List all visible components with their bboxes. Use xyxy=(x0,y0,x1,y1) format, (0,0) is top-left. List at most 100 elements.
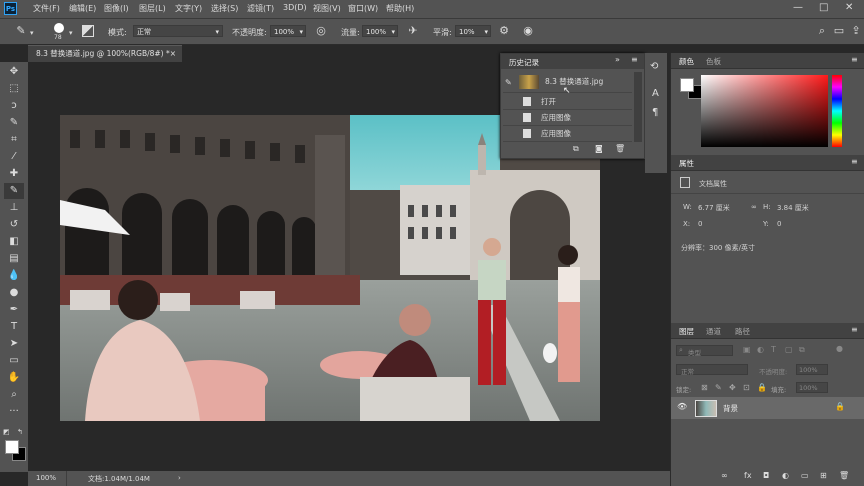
blur-tool-icon[interactable]: 💧 xyxy=(7,269,21,283)
history-step[interactable]: 应用图像 xyxy=(503,126,632,142)
eye-icon[interactable]: 👁 xyxy=(677,402,687,411)
link-layers-icon[interactable]: ∞ xyxy=(721,471,728,480)
rectangle-tool-icon[interactable]: ▭ xyxy=(7,354,21,368)
gradient-tool-icon[interactable]: ▤ xyxy=(7,252,21,266)
lock-pixels-icon[interactable]: ✎ xyxy=(715,383,722,392)
gear-icon[interactable]: ⚙ xyxy=(497,24,511,38)
maximize-button[interactable]: □ xyxy=(819,2,828,13)
history-panel-title[interactable]: 历史记录 xyxy=(509,57,539,68)
minimize-button[interactable]: — xyxy=(793,2,803,13)
swap-colors-icon[interactable]: ↰ xyxy=(17,428,23,436)
menu-view[interactable]: 视图(V) xyxy=(313,3,341,14)
hue-slider[interactable] xyxy=(832,75,842,147)
close-tab-icon[interactable]: × xyxy=(170,46,176,62)
search-icon[interactable]: ⌕ xyxy=(815,24,829,38)
healing-brush-tool-icon[interactable]: ✚ xyxy=(7,167,21,181)
width-value[interactable]: 6.77 厘米 xyxy=(698,203,730,213)
workspace-icon[interactable]: ▭ xyxy=(832,24,846,38)
history-snapshot[interactable]: ✎ 8.3 替换通道.jpg ↖ xyxy=(503,72,632,96)
new-document-from-state-icon[interactable]: ⧉ xyxy=(573,144,579,154)
dropdown-arrow-icon[interactable]: ▾ xyxy=(30,29,34,37)
hand-tool-icon[interactable]: ✋ xyxy=(7,371,21,385)
eraser-tool-icon[interactable]: ◧ xyxy=(7,235,21,249)
tab-channels[interactable]: 通道 xyxy=(706,326,721,337)
filter-shape-icon[interactable]: ▢ xyxy=(785,345,793,354)
paragraph-panel-icon[interactable]: ¶ xyxy=(652,107,658,118)
path-select-tool-icon[interactable]: ➤ xyxy=(7,337,21,351)
character-panel-icon[interactable]: A xyxy=(652,88,659,99)
clone-stamp-tool-icon[interactable]: ⊥ xyxy=(7,201,21,215)
menu-icon[interactable]: ≡ xyxy=(851,157,858,166)
tab-properties[interactable]: 属性 xyxy=(679,158,694,169)
filter-adjustment-icon[interactable]: ◐ xyxy=(757,345,764,354)
lock-transparent-icon[interactable]: ⊠ xyxy=(701,383,708,392)
zoom-tool-icon[interactable]: ⌕ xyxy=(7,388,21,402)
trash-icon[interactable]: 🗑 xyxy=(839,471,849,480)
menu-icon[interactable]: ≡ xyxy=(851,325,858,334)
opacity-field[interactable]: 100% ▾ xyxy=(270,25,306,37)
x-value[interactable]: 0 xyxy=(698,220,702,228)
crop-tool-icon[interactable]: ⌗ xyxy=(7,133,21,147)
pressure-size-icon[interactable]: ◉ xyxy=(521,24,535,38)
brush-tool-icon[interactable]: ✎ xyxy=(7,184,21,198)
menu-help[interactable]: 帮助(H) xyxy=(386,3,414,14)
blend-mode-select[interactable]: 正常 xyxy=(676,364,748,376)
chevron-right-icon[interactable]: › xyxy=(178,474,181,482)
quick-select-tool-icon[interactable]: ✎ xyxy=(7,116,21,130)
y-value[interactable]: 0 xyxy=(777,220,781,228)
type-tool-icon[interactable]: T xyxy=(7,320,21,334)
brush-picker-arrow-icon[interactable]: ▾ xyxy=(69,29,73,37)
color-field[interactable] xyxy=(701,75,828,147)
eyedropper-tool-icon[interactable]: ⁄ xyxy=(7,150,21,164)
tab-swatches[interactable]: 色板 xyxy=(706,56,721,67)
filter-smart-icon[interactable]: ⧉ xyxy=(799,345,805,355)
filter-toggle-icon[interactable]: ● xyxy=(836,344,843,353)
trash-icon[interactable]: 🗑 xyxy=(615,144,625,153)
close-window-button[interactable]: ✕ xyxy=(845,2,853,13)
airbrush-icon[interactable]: ✈ xyxy=(406,24,420,38)
menu-edit[interactable]: 编辑(E) xyxy=(69,3,96,14)
new-group-icon[interactable]: ▭ xyxy=(801,471,809,480)
filter-type-icon[interactable]: T xyxy=(771,345,776,354)
brush-preview-icon[interactable] xyxy=(54,23,64,33)
menu-layer[interactable]: 图层(L) xyxy=(139,3,166,14)
layer-name[interactable]: 背景 xyxy=(723,403,738,414)
lock-artboard-icon[interactable]: ⊡ xyxy=(743,383,750,392)
menu-3d[interactable]: 3D(D) xyxy=(283,3,307,12)
foreground-color-swatch[interactable] xyxy=(680,78,694,92)
lock-all-icon[interactable]: 🔒 xyxy=(757,383,767,392)
pressure-opacity-icon[interactable]: ◎ xyxy=(314,24,328,38)
move-tool-icon[interactable]: ✥ xyxy=(7,65,21,79)
history-step[interactable]: 应用图像 xyxy=(503,110,632,126)
layer-row-background[interactable]: 👁 背景 🔒 xyxy=(671,397,864,419)
mode-select[interactable]: 正常 ▾ xyxy=(133,25,223,37)
camera-icon[interactable]: ◙ xyxy=(595,144,603,153)
collapse-icon[interactable]: » xyxy=(615,55,620,64)
share-icon[interactable]: ⇪ xyxy=(849,24,863,38)
more-tools-icon[interactable]: ··· xyxy=(7,405,21,419)
marquee-tool-icon[interactable]: ⬚ xyxy=(7,82,21,96)
foreground-color-swatch[interactable] xyxy=(5,440,19,454)
menu-select[interactable]: 选择(S) xyxy=(211,3,238,14)
history-brush-source-icon[interactable]: ✎ xyxy=(505,75,512,90)
brush-settings-icon[interactable] xyxy=(82,25,94,37)
dodge-tool-icon[interactable]: ● xyxy=(7,286,21,300)
tab-color[interactable]: 颜色 xyxy=(679,56,694,67)
height-value[interactable]: 3.84 厘米 xyxy=(777,203,809,213)
menu-window[interactable]: 窗口(W) xyxy=(348,3,378,14)
menu-filter[interactable]: 滤镜(T) xyxy=(247,3,274,14)
filter-pixel-icon[interactable]: ▣ xyxy=(743,345,751,354)
smoothing-field[interactable]: 10% ▾ xyxy=(455,25,491,37)
document-image[interactable] xyxy=(60,115,600,421)
flow-field[interactable]: 100% ▾ xyxy=(362,25,398,37)
link-icon[interactable]: ∞ xyxy=(751,203,757,211)
new-layer-icon[interactable]: ⊞ xyxy=(820,471,827,480)
menu-icon[interactable]: ≡ xyxy=(851,55,858,64)
tab-layers[interactable]: 图层 xyxy=(679,326,694,337)
lock-position-icon[interactable]: ✥ xyxy=(729,383,736,392)
zoom-level[interactable]: 100% xyxy=(36,474,56,482)
layer-opacity-field[interactable]: 100% xyxy=(796,364,828,375)
layer-style-icon[interactable]: fx xyxy=(744,471,752,480)
default-colors-icon[interactable]: ◩ xyxy=(3,428,10,436)
menu-file[interactable]: 文件(F) xyxy=(33,3,60,14)
